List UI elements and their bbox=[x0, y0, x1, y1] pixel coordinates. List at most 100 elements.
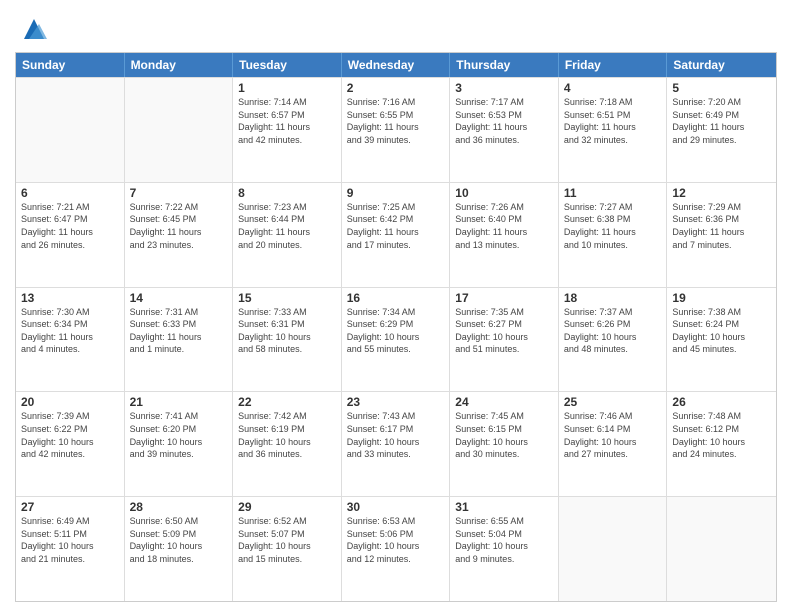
cell-line: Sunrise: 6:55 AM bbox=[455, 515, 553, 528]
header-day-tuesday: Tuesday bbox=[233, 53, 342, 77]
cell-line: Daylight: 11 hours bbox=[238, 121, 336, 134]
empty-cell bbox=[16, 78, 125, 182]
cell-line: Sunrise: 7:45 AM bbox=[455, 410, 553, 423]
cell-line: and 18 minutes. bbox=[130, 553, 228, 566]
day-cell-21: 21Sunrise: 7:41 AMSunset: 6:20 PMDayligh… bbox=[125, 392, 234, 496]
day-cell-4: 4Sunrise: 7:18 AMSunset: 6:51 PMDaylight… bbox=[559, 78, 668, 182]
day-number: 3 bbox=[455, 81, 553, 95]
day-cell-24: 24Sunrise: 7:45 AMSunset: 6:15 PMDayligh… bbox=[450, 392, 559, 496]
day-cell-20: 20Sunrise: 7:39 AMSunset: 6:22 PMDayligh… bbox=[16, 392, 125, 496]
cell-line: Sunset: 6:53 PM bbox=[455, 109, 553, 122]
day-number: 26 bbox=[672, 395, 771, 409]
cell-line: Sunrise: 7:29 AM bbox=[672, 201, 771, 214]
cell-line: Daylight: 10 hours bbox=[455, 331, 553, 344]
cell-line: and 13 minutes. bbox=[455, 239, 553, 252]
empty-cell bbox=[667, 497, 776, 601]
day-cell-14: 14Sunrise: 7:31 AMSunset: 6:33 PMDayligh… bbox=[125, 288, 234, 392]
cell-line: and 36 minutes. bbox=[455, 134, 553, 147]
cell-line: Sunset: 6:29 PM bbox=[347, 318, 445, 331]
cell-line: Sunrise: 7:31 AM bbox=[130, 306, 228, 319]
cell-line: Sunrise: 7:37 AM bbox=[564, 306, 662, 319]
day-cell-13: 13Sunrise: 7:30 AMSunset: 6:34 PMDayligh… bbox=[16, 288, 125, 392]
cell-line: Daylight: 10 hours bbox=[455, 436, 553, 449]
cell-line: Sunset: 6:36 PM bbox=[672, 213, 771, 226]
header-day-thursday: Thursday bbox=[450, 53, 559, 77]
calendar-week-2: 6Sunrise: 7:21 AMSunset: 6:47 PMDaylight… bbox=[16, 182, 776, 287]
cell-line: Sunrise: 7:23 AM bbox=[238, 201, 336, 214]
cell-line: and 55 minutes. bbox=[347, 343, 445, 356]
calendar-week-4: 20Sunrise: 7:39 AMSunset: 6:22 PMDayligh… bbox=[16, 391, 776, 496]
cell-line: Sunset: 6:49 PM bbox=[672, 109, 771, 122]
cell-line: and 24 minutes. bbox=[672, 448, 771, 461]
cell-line: Sunrise: 7:14 AM bbox=[238, 96, 336, 109]
cell-line: Daylight: 10 hours bbox=[564, 331, 662, 344]
cell-line: Sunrise: 7:27 AM bbox=[564, 201, 662, 214]
day-cell-9: 9Sunrise: 7:25 AMSunset: 6:42 PMDaylight… bbox=[342, 183, 451, 287]
cell-line: and 36 minutes. bbox=[238, 448, 336, 461]
day-number: 19 bbox=[672, 291, 771, 305]
cell-line: Daylight: 10 hours bbox=[238, 331, 336, 344]
cell-line: and 39 minutes. bbox=[347, 134, 445, 147]
day-number: 6 bbox=[21, 186, 119, 200]
cell-line: Daylight: 11 hours bbox=[238, 226, 336, 239]
cell-line: Sunrise: 7:25 AM bbox=[347, 201, 445, 214]
cell-line: and 33 minutes. bbox=[347, 448, 445, 461]
cell-line: Daylight: 10 hours bbox=[672, 331, 771, 344]
day-cell-18: 18Sunrise: 7:37 AMSunset: 6:26 PMDayligh… bbox=[559, 288, 668, 392]
day-cell-23: 23Sunrise: 7:43 AMSunset: 6:17 PMDayligh… bbox=[342, 392, 451, 496]
cell-line: and 48 minutes. bbox=[564, 343, 662, 356]
day-cell-5: 5Sunrise: 7:20 AMSunset: 6:49 PMDaylight… bbox=[667, 78, 776, 182]
day-cell-27: 27Sunrise: 6:49 AMSunset: 5:11 PMDayligh… bbox=[16, 497, 125, 601]
cell-line: Sunrise: 7:48 AM bbox=[672, 410, 771, 423]
calendar-body: 1Sunrise: 7:14 AMSunset: 6:57 PMDaylight… bbox=[16, 77, 776, 601]
header-day-wednesday: Wednesday bbox=[342, 53, 451, 77]
day-cell-29: 29Sunrise: 6:52 AMSunset: 5:07 PMDayligh… bbox=[233, 497, 342, 601]
cell-line: Daylight: 10 hours bbox=[347, 540, 445, 553]
cell-line: Sunrise: 6:49 AM bbox=[21, 515, 119, 528]
cell-line: Sunrise: 7:26 AM bbox=[455, 201, 553, 214]
day-number: 9 bbox=[347, 186, 445, 200]
cell-line: Sunrise: 7:30 AM bbox=[21, 306, 119, 319]
day-cell-28: 28Sunrise: 6:50 AMSunset: 5:09 PMDayligh… bbox=[125, 497, 234, 601]
cell-line: Sunrise: 7:18 AM bbox=[564, 96, 662, 109]
cell-line: Daylight: 11 hours bbox=[130, 226, 228, 239]
day-number: 12 bbox=[672, 186, 771, 200]
cell-line: Daylight: 10 hours bbox=[130, 436, 228, 449]
cell-line: and 42 minutes. bbox=[21, 448, 119, 461]
day-number: 8 bbox=[238, 186, 336, 200]
cell-line: Sunrise: 7:33 AM bbox=[238, 306, 336, 319]
cell-line: Sunset: 5:07 PM bbox=[238, 528, 336, 541]
cell-line: and 20 minutes. bbox=[238, 239, 336, 252]
cell-line: and 4 minutes. bbox=[21, 343, 119, 356]
cell-line: Sunset: 6:51 PM bbox=[564, 109, 662, 122]
day-cell-11: 11Sunrise: 7:27 AMSunset: 6:38 PMDayligh… bbox=[559, 183, 668, 287]
day-cell-15: 15Sunrise: 7:33 AMSunset: 6:31 PMDayligh… bbox=[233, 288, 342, 392]
day-number: 2 bbox=[347, 81, 445, 95]
cell-line: Daylight: 10 hours bbox=[347, 436, 445, 449]
cell-line: Daylight: 11 hours bbox=[564, 121, 662, 134]
day-cell-10: 10Sunrise: 7:26 AMSunset: 6:40 PMDayligh… bbox=[450, 183, 559, 287]
cell-line: Sunrise: 7:39 AM bbox=[21, 410, 119, 423]
day-number: 7 bbox=[130, 186, 228, 200]
cell-line: Daylight: 10 hours bbox=[347, 331, 445, 344]
cell-line: Sunset: 6:45 PM bbox=[130, 213, 228, 226]
cell-line: Sunset: 6:26 PM bbox=[564, 318, 662, 331]
cell-line: and 15 minutes. bbox=[238, 553, 336, 566]
cell-line: and 1 minute. bbox=[130, 343, 228, 356]
cell-line: Sunrise: 7:22 AM bbox=[130, 201, 228, 214]
cell-line: Sunrise: 7:21 AM bbox=[21, 201, 119, 214]
cell-line: and 10 minutes. bbox=[564, 239, 662, 252]
empty-cell bbox=[125, 78, 234, 182]
day-cell-31: 31Sunrise: 6:55 AMSunset: 5:04 PMDayligh… bbox=[450, 497, 559, 601]
cell-line: and 12 minutes. bbox=[347, 553, 445, 566]
cell-line: Daylight: 11 hours bbox=[130, 331, 228, 344]
day-cell-1: 1Sunrise: 7:14 AMSunset: 6:57 PMDaylight… bbox=[233, 78, 342, 182]
cell-line: Sunset: 6:40 PM bbox=[455, 213, 553, 226]
cell-line: Daylight: 10 hours bbox=[21, 540, 119, 553]
day-number: 18 bbox=[564, 291, 662, 305]
day-number: 10 bbox=[455, 186, 553, 200]
day-number: 13 bbox=[21, 291, 119, 305]
cell-line: and 32 minutes. bbox=[564, 134, 662, 147]
day-number: 25 bbox=[564, 395, 662, 409]
header-day-sunday: Sunday bbox=[16, 53, 125, 77]
